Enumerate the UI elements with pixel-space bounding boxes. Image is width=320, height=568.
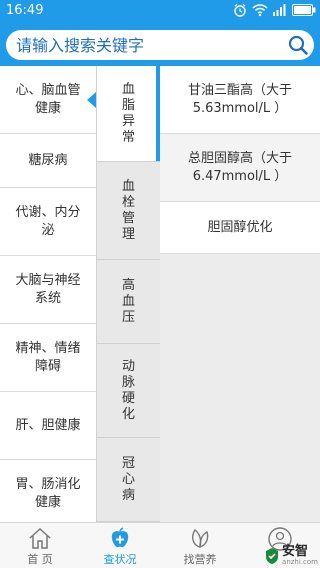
home-icon xyxy=(29,527,51,549)
category-label: 大脑与神经系统 xyxy=(15,272,81,306)
category-list: 心、脑血管健康 糖尿病 代谢、内分泌 大脑与神经系统 精神、情绪障碍 肝、胆健康… xyxy=(0,66,96,522)
watermark-text: 安智 xyxy=(282,544,309,559)
subcategory-list: 血脂异常 血栓管理 高血压 动脉硬化 冠心病 xyxy=(96,66,160,522)
category-item-liver[interactable]: 肝、胆健康 xyxy=(0,392,96,460)
list-item-cholesterol-optimize[interactable]: 胆固醇优化 xyxy=(160,202,320,254)
status-time: 16:49 xyxy=(6,3,44,18)
search-box[interactable] xyxy=(6,30,314,60)
watermark-badge-icon xyxy=(266,547,279,564)
category-label: 胃、肠消化健康 xyxy=(15,476,81,510)
status-icons xyxy=(233,3,316,17)
subcategory-item-thrombus[interactable]: 血栓管理 xyxy=(97,162,160,260)
subcategory-label: 高血压 xyxy=(121,277,135,325)
watermark-logo: 安智 anzhi.com xyxy=(264,545,318,566)
category-label: 糖尿病 xyxy=(28,152,68,168)
item-list: 甘油三酯高（大于5.63mmol/L ） 总胆固醇高（大于6.47mmol/L … xyxy=(160,66,320,522)
battery-icon xyxy=(292,4,316,16)
category-item-cardio[interactable]: 心、脑血管健康 xyxy=(0,66,96,134)
category-item-mental[interactable]: 精神、情绪障碍 xyxy=(0,324,96,392)
nav-check-status[interactable]: 查状况 xyxy=(80,523,160,568)
alarm-icon xyxy=(234,3,246,17)
item-label: 总胆固醇高（大于6.47mmol/L ） xyxy=(187,150,292,184)
subcategory-label: 冠心病 xyxy=(121,455,135,503)
subcategory-item-coronary[interactable]: 冠心病 xyxy=(97,438,160,522)
leaf-icon xyxy=(192,528,209,548)
search-icon[interactable] xyxy=(288,35,308,55)
signal-icon xyxy=(273,4,286,16)
subcategory-item-atherosclerosis[interactable]: 动脉硬化 xyxy=(97,344,160,438)
category-label: 代谢、内分泌 xyxy=(15,204,81,238)
watermark-subtext: anzhi.com xyxy=(282,558,318,566)
category-item-nervous[interactable]: 大脑与神经系统 xyxy=(0,256,96,324)
subcategory-item-hypertension[interactable]: 高血压 xyxy=(97,260,160,344)
subcategory-item-lipid[interactable]: 血脂异常 xyxy=(97,66,160,162)
subcategory-label: 血栓管理 xyxy=(121,178,135,242)
nav-home[interactable]: 首 页 xyxy=(0,523,80,568)
item-label: 甘油三酯高（大于5.63mmol/L ） xyxy=(187,82,292,116)
category-item-diabetes[interactable]: 糖尿病 xyxy=(0,134,96,188)
subcategory-label: 血脂异常 xyxy=(121,81,135,145)
status-bar: 16:49 xyxy=(0,0,320,22)
category-label: 肝、胆健康 xyxy=(15,417,81,433)
item-label: 胆固醇优化 xyxy=(207,219,273,235)
selected-indicator-icon xyxy=(87,91,96,108)
category-label: 心、脑血管健康 xyxy=(15,82,81,116)
nav-find-nutrition[interactable]: 找营养 xyxy=(160,523,240,568)
apple-plus-icon xyxy=(111,527,129,548)
category-label: 精神、情绪障碍 xyxy=(15,340,81,374)
nav-label: 查状况 xyxy=(103,553,137,566)
search-input[interactable] xyxy=(16,33,276,57)
list-item-triglyceride[interactable]: 甘油三酯高（大于5.63mmol/L ） xyxy=(160,66,320,134)
header-bar xyxy=(0,22,320,66)
nav-label: 找营养 xyxy=(183,553,217,566)
category-item-digestive[interactable]: 胃、肠消化健康 xyxy=(0,460,96,522)
subcategory-label: 动脉硬化 xyxy=(121,358,135,422)
category-item-metabolism[interactable]: 代谢、内分泌 xyxy=(0,188,96,256)
wifi-icon xyxy=(252,4,268,17)
list-item-cholesterol-high[interactable]: 总胆固醇高（大于6.47mmol/L ） xyxy=(160,134,320,202)
nav-label: 首 页 xyxy=(27,553,53,566)
